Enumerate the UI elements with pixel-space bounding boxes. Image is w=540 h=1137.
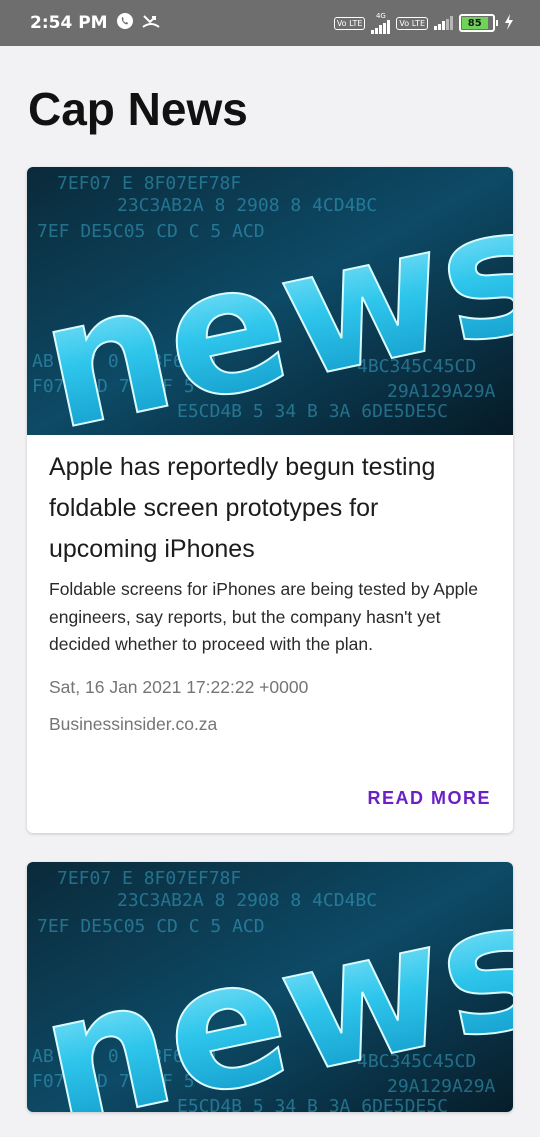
status-bar-right: Vo LTE 4G Vo LTE 85 — [333, 11, 514, 34]
volte-badge-sim1: Vo LTE — [333, 16, 366, 30]
svg-text:7EF07 E 8F07EF78F: 7EF07 E 8F07EF78F — [57, 173, 241, 194]
signal-bars-sim2-icon — [434, 16, 453, 30]
network-type-label: 4G — [375, 11, 386, 20]
battery-level: 85 — [462, 17, 488, 29]
whatsapp-icon — [116, 12, 134, 35]
article-date: Sat, 16 Jan 2021 17:22:22 +0000 — [49, 676, 309, 697]
article-source: Businessinsider.co.za — [49, 713, 218, 734]
article-card-body: Apple has reportedly begun testing folda… — [27, 435, 513, 735]
article-headline[interactable]: Apple has reportedly begun testing folda… — [49, 447, 491, 570]
read-more-button[interactable]: READ MORE — [367, 788, 491, 809]
status-bar-left: 2:54 PM — [30, 12, 160, 35]
charging-icon — [504, 13, 514, 33]
battery-icon: 85 — [459, 14, 498, 32]
article-card[interactable]: 7EF07 E 8F07EF78F 23C3AB2A 8 2908 8 4CD4… — [27, 167, 513, 833]
svg-text:7EF07 E 8F07EF78F: 7EF07 E 8F07EF78F — [57, 868, 241, 889]
news-thumbnail-image: 7EF07 E 8F07EF78F 23C3AB2A 8 2908 8 4CD4… — [27, 167, 513, 435]
news-thumbnail-image: 7EF07 E 8F07EF78F 23C3AB2A 8 2908 8 4CD4… — [27, 862, 513, 1112]
article-description: Foldable screens for iPhones are being t… — [49, 579, 479, 654]
signal-sim1: 4G — [371, 11, 391, 34]
volte-badge-sim2: Vo LTE — [396, 16, 428, 30]
status-time: 2:54 PM — [30, 13, 108, 33]
page-title: Cap News — [28, 83, 248, 135]
missed-call-icon — [141, 13, 160, 34]
status-bar: 2:54 PM Vo LTE 4G Vo LTE 85 — [0, 0, 540, 46]
signal-bars-icon — [371, 19, 391, 34]
article-card[interactable]: 7EF07 E 8F07EF78F 23C3AB2A 8 2908 8 4CD4… — [27, 862, 513, 1112]
